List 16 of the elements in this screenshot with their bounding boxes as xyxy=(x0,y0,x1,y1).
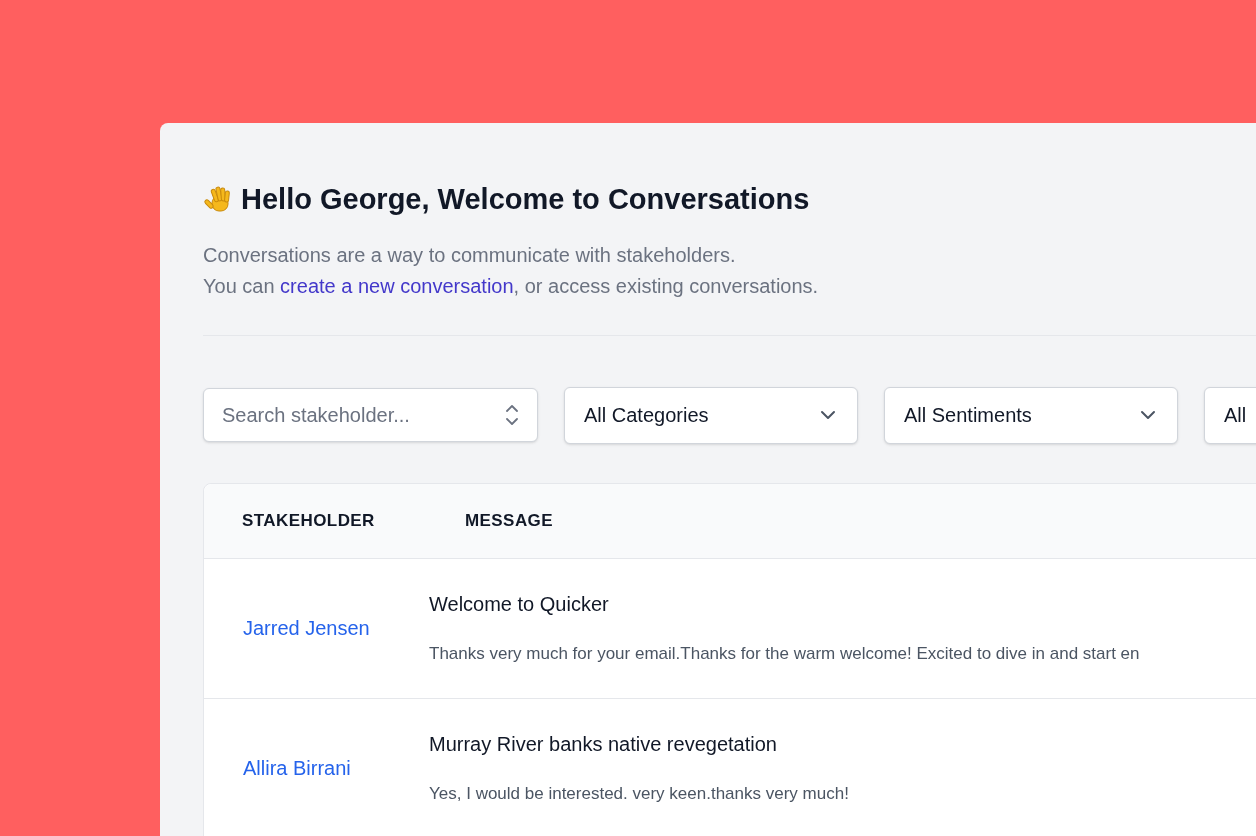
search-field[interactable]: Search stakeholder... xyxy=(203,388,538,442)
intro-text: Conversations are a way to communicate with stakeholders. You can create a new conversation, or access existing conversations. xyxy=(203,242,820,299)
message-preview: Thanks very much for your email.Thanks for the warm welcome! Excited to dive in and start en xyxy=(429,643,1140,666)
filter-dropdown[interactable]: All Sentiments xyxy=(884,386,1178,444)
message-preview: Yes, I would be interested. very keen.thanks very much! xyxy=(429,783,849,806)
filter-dropdown[interactable]: All Categories xyxy=(564,386,858,444)
column-header: STAKEHOLDER xyxy=(242,509,376,532)
page-title: Hello George, Welcome to Conversations xyxy=(241,182,810,217)
message-title: Murray River banks native revegetation xyxy=(429,732,778,758)
new-conversation-link[interactable]: create a new conversation xyxy=(280,274,514,297)
filter-dropdown[interactable]: All xyxy=(1204,386,1256,444)
stakeholder-link[interactable]: Allira Birrani xyxy=(243,753,429,783)
column-header: MESSAGE xyxy=(465,509,553,532)
message-title: Welcome to Quicker xyxy=(429,592,610,618)
stakeholder-link[interactable]: Jarred Jensen xyxy=(243,613,429,643)
up-down-chevron-icon xyxy=(504,403,520,427)
